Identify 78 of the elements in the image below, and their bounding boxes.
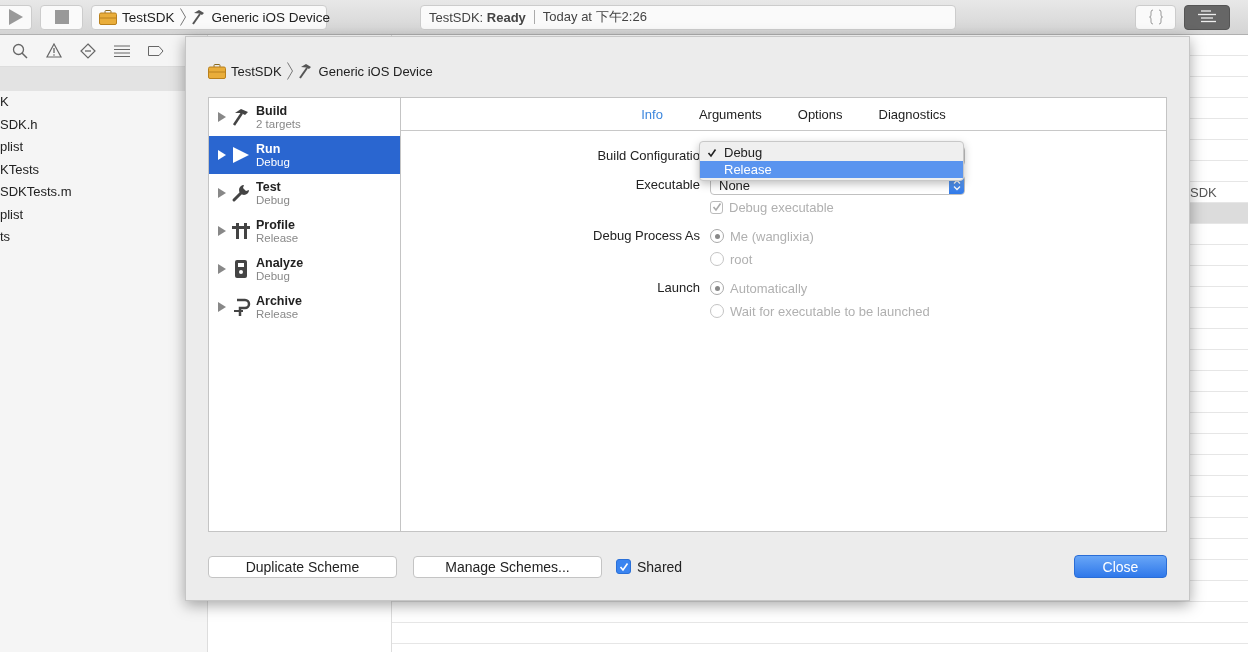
scheme-action-item[interactable]: Profile Release bbox=[209, 212, 400, 250]
action-detail: Debug bbox=[256, 194, 290, 206]
option-label: Automatically bbox=[730, 280, 808, 296]
file-item[interactable]: SDK.h bbox=[0, 113, 38, 136]
action-detail: 2 targets bbox=[256, 118, 301, 130]
disclosure-triangle-icon[interactable] bbox=[218, 150, 226, 160]
editor-toggle-button[interactable] bbox=[1184, 4, 1230, 30]
status-text: TestSDK: Ready bbox=[429, 9, 526, 25]
action-detail: Release bbox=[256, 232, 299, 244]
diamond-minus-icon[interactable] bbox=[80, 42, 96, 59]
tag-icon[interactable] bbox=[148, 45, 164, 56]
briefcase-icon bbox=[99, 9, 117, 25]
tab[interactable]: Info bbox=[641, 104, 663, 124]
scheme-action-item[interactable]: Run Debug bbox=[209, 136, 400, 174]
hammer-icon bbox=[231, 107, 251, 127]
file-item[interactable]: KTests bbox=[0, 158, 39, 181]
dialog-button[interactable]: Manage Schemes... bbox=[413, 555, 602, 578]
device-name: Generic iOS Device bbox=[318, 63, 433, 79]
scheme-action-item[interactable]: Test Debug bbox=[209, 174, 400, 212]
run-button[interactable] bbox=[0, 4, 32, 30]
search-icon[interactable] bbox=[12, 42, 28, 59]
stop-icon bbox=[54, 10, 69, 24]
checkmark-icon bbox=[711, 202, 722, 212]
project-name: TestSDK bbox=[231, 63, 282, 79]
tab[interactable]: Arguments bbox=[698, 104, 762, 124]
tab[interactable]: Diagnostics bbox=[878, 104, 946, 124]
hammer-icon bbox=[297, 63, 314, 79]
file-item[interactable]: K bbox=[0, 91, 9, 114]
disclosure-triangle-icon[interactable] bbox=[218, 302, 226, 312]
action-detail: Debug bbox=[256, 156, 290, 168]
shared-checkbox[interactable]: Shared bbox=[616, 558, 683, 575]
action-detail: Debug bbox=[256, 270, 291, 282]
scheme-action-item[interactable]: Analyze Debug bbox=[209, 250, 400, 288]
play-icon bbox=[8, 9, 23, 25]
warning-icon[interactable] bbox=[46, 43, 62, 58]
action-detail: Release bbox=[256, 308, 300, 320]
scheme-action-item[interactable]: Archive Release bbox=[209, 288, 400, 326]
status-time: Today at 下午2:26 bbox=[542, 8, 647, 26]
file-item[interactable]: SDKTests.m bbox=[0, 181, 72, 204]
dialog-button[interactable]: Duplicate Scheme bbox=[208, 555, 397, 578]
action-name: Analyze bbox=[256, 256, 304, 270]
action-name: Test bbox=[256, 180, 282, 194]
menu-item[interactable]: Debug bbox=[700, 144, 963, 161]
scheme-action-item[interactable]: Build 2 targets bbox=[209, 98, 400, 136]
option-label: root bbox=[730, 251, 753, 267]
action-name: Profile bbox=[256, 218, 296, 232]
disclosure-triangle-icon[interactable] bbox=[218, 112, 226, 122]
braces-icon bbox=[1148, 9, 1163, 25]
action-name: Build bbox=[256, 104, 289, 118]
stop-button[interactable] bbox=[40, 4, 83, 30]
option-label: Me (wanglixia) bbox=[730, 228, 814, 244]
field-label: Launch bbox=[656, 279, 701, 297]
project-name: TestSDK bbox=[122, 9, 175, 25]
archive-tool-icon bbox=[231, 297, 251, 317]
briefcase-icon bbox=[208, 63, 226, 79]
action-name: Archive bbox=[256, 294, 302, 308]
option-label: Wait for executable to be launched bbox=[730, 303, 930, 319]
gauge-tool-icon bbox=[231, 221, 251, 241]
disclosure-triangle-icon[interactable] bbox=[218, 264, 226, 274]
lines-icon bbox=[1197, 10, 1217, 24]
target-label: SDK bbox=[1190, 184, 1217, 200]
disclosure-triangle-icon[interactable] bbox=[218, 226, 226, 236]
hammer-icon bbox=[190, 9, 207, 25]
checkmark-icon bbox=[618, 561, 629, 572]
field-label: Executable bbox=[634, 176, 701, 194]
tab[interactable]: Options bbox=[797, 104, 843, 124]
field-label: Build Configuratio bbox=[596, 147, 701, 165]
chevron-icon bbox=[286, 62, 293, 80]
chevron-icon bbox=[179, 8, 186, 26]
file-item[interactable]: ts bbox=[0, 226, 11, 249]
list-icon[interactable] bbox=[114, 44, 130, 57]
disclosure-triangle-icon[interactable] bbox=[218, 188, 226, 198]
wrench-icon bbox=[231, 183, 251, 203]
field-label: Debug Process As bbox=[592, 227, 701, 245]
play-icon bbox=[231, 145, 251, 165]
action-name: Run bbox=[256, 142, 282, 156]
file-item[interactable]: plist bbox=[0, 203, 24, 226]
file-item[interactable]: plist bbox=[0, 136, 24, 159]
